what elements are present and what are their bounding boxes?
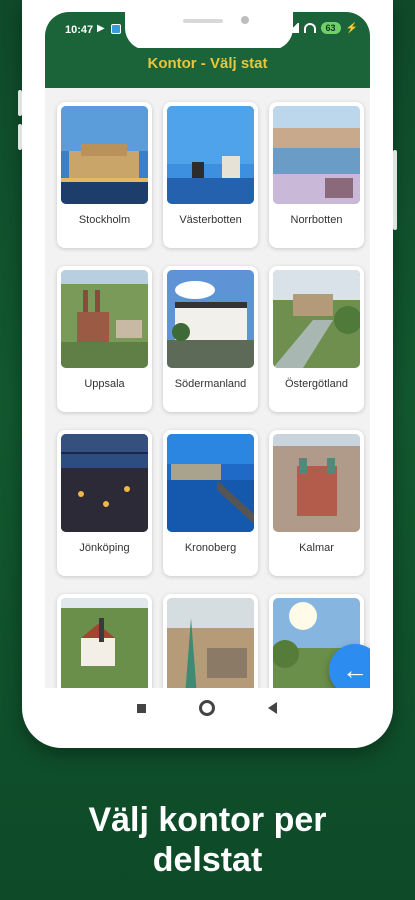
caption-line-1: Välj kontor per xyxy=(88,801,327,839)
sodermanland-photo xyxy=(167,270,254,368)
state-card-norrbotten[interactable]: Norrbotten xyxy=(269,102,364,248)
app-bar: Kontor - Välj stat xyxy=(45,48,370,88)
state-label: Kalmar xyxy=(299,542,334,554)
home-button[interactable] xyxy=(199,700,215,716)
state-label: Stockholm xyxy=(78,214,131,226)
app-notification-icon xyxy=(110,23,121,34)
state-card-partial-1[interactable] xyxy=(57,594,152,688)
town-spire-photo xyxy=(167,598,254,688)
jonkoping-photo xyxy=(61,434,148,532)
state-label: Västerbotten xyxy=(179,214,242,226)
app-screen: 10:47 ▶ 63 ⚡ Kontor - Välj stat Stockhol… xyxy=(45,12,370,688)
uppsala-photo xyxy=(61,270,148,368)
norrbotten-photo xyxy=(273,106,360,204)
state-card-ostergotland[interactable]: Östergötland xyxy=(269,266,364,412)
volume-up-button xyxy=(18,90,22,116)
play-icon: ▶ xyxy=(97,23,105,34)
stockholm-photo xyxy=(61,106,148,204)
battery-icon: 63 xyxy=(320,22,341,34)
speaker-icon xyxy=(183,19,223,23)
town-church-photo xyxy=(61,598,148,688)
page-title: Kontor - Välj stat xyxy=(147,55,268,72)
state-card-sodermanland[interactable]: Södermanland xyxy=(163,266,258,412)
arrow-left-icon: ← xyxy=(342,654,368,685)
kronoberg-photo xyxy=(167,434,254,532)
state-card-kalmar[interactable]: Kalmar xyxy=(269,430,364,576)
state-label: Östergötland xyxy=(285,378,348,390)
status-right-icons: 63 ⚡ xyxy=(286,22,358,34)
status-time: 10:47 xyxy=(65,24,94,36)
state-card-stockholm[interactable]: Stockholm xyxy=(57,102,152,248)
camera-icon xyxy=(241,16,249,24)
state-card-jonkoping[interactable]: Jönköping xyxy=(57,430,152,576)
caption-line-2: delstat xyxy=(152,841,263,879)
state-label: Kronoberg xyxy=(184,542,237,554)
state-card-partial-2[interactable] xyxy=(163,594,258,688)
state-card-uppsala[interactable]: Uppsala xyxy=(57,266,152,412)
volume-down-button xyxy=(18,124,22,150)
phone-frame: 10:47 ▶ 63 ⚡ Kontor - Välj stat Stockhol… xyxy=(18,0,397,748)
promo-caption: Välj kontor per delstat xyxy=(0,800,415,880)
status-bar: 10:47 ▶ 63 ⚡ xyxy=(45,12,370,50)
state-label: Södermanland xyxy=(174,378,247,390)
ostergotland-photo xyxy=(273,270,360,368)
vasterbotten-photo xyxy=(167,106,254,204)
signal-icon xyxy=(286,23,299,33)
recents-button[interactable] xyxy=(137,704,146,713)
wifi-icon xyxy=(303,23,316,33)
state-card-kronoberg[interactable]: Kronoberg xyxy=(163,430,258,576)
state-label: Uppsala xyxy=(84,378,125,390)
back-button[interactable] xyxy=(268,702,277,714)
power-button xyxy=(393,150,397,230)
state-label: Norrbotten xyxy=(290,214,343,226)
charging-icon: ⚡ xyxy=(345,22,358,34)
state-label: Jönköping xyxy=(79,542,130,554)
notification-icons: ▶ xyxy=(97,23,121,34)
state-card-vasterbotten[interactable]: Västerbotten xyxy=(163,102,258,248)
system-nav-bar xyxy=(22,690,393,730)
camera-notch xyxy=(125,12,293,50)
kalmar-photo xyxy=(273,434,360,532)
